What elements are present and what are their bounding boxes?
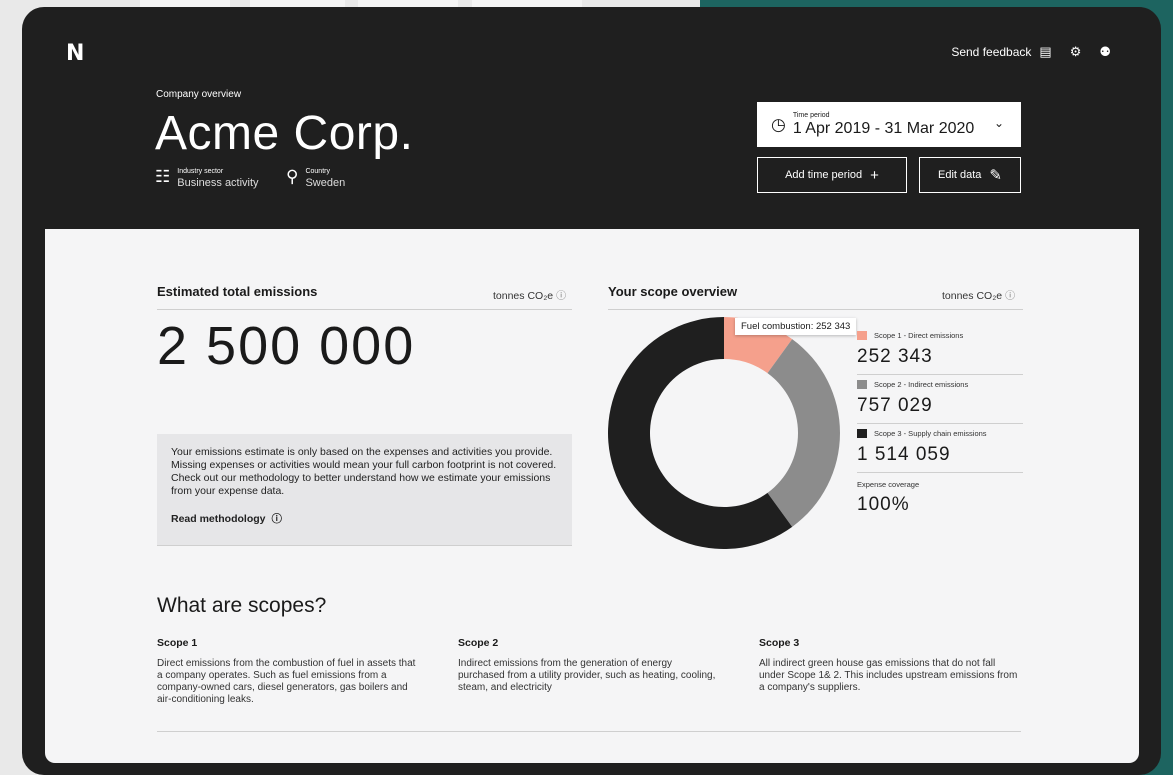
- user-icon[interactable]: ⚉: [1099, 44, 1111, 60]
- legend-scope-3: Scope 3 - Supply chain emissions: [857, 429, 987, 438]
- scope-description: All indirect green house gas emissions t…: [759, 658, 1018, 693]
- legend-label: Scope 1 - Direct emissions: [874, 331, 964, 340]
- edit-data-label: Edit data: [938, 169, 982, 181]
- scope-heading: Scope 1: [157, 637, 198, 649]
- time-period-value: 1 Apr 2019 - 31 Mar 2020: [792, 119, 975, 137]
- divider: [608, 309, 1023, 310]
- page-overline: Company overview: [156, 89, 242, 100]
- page-title: Acme Corp.: [155, 107, 414, 160]
- scope-heading: Scope 3: [759, 637, 800, 649]
- app-window: N Send feedback ▤ ⚙ ⚉ Company overview A…: [22, 7, 1161, 775]
- legend-scope-2: Scope 2 - Indirect emissions: [857, 380, 968, 389]
- plus-icon: +: [870, 166, 879, 184]
- legend-label: Scope 3 - Supply chain emissions: [874, 429, 987, 438]
- pencil-icon: ✎: [989, 167, 1002, 184]
- scope-description: Indirect emissions from the generation o…: [458, 658, 716, 693]
- legend-swatch: [857, 331, 867, 340]
- industry-label: Industry sector: [177, 168, 224, 175]
- add-time-period-button[interactable]: Add time period +: [757, 157, 907, 193]
- chart-tooltip: Fuel combustion: 252 343: [735, 318, 857, 335]
- legend-swatch: [857, 429, 867, 438]
- help-icon[interactable]: ⓘ: [556, 291, 566, 302]
- scope-unit-label: tonnes CO₂e: [942, 290, 1003, 302]
- feedback-icon: ▤: [1039, 44, 1052, 59]
- add-time-period-label: Add time period: [785, 169, 863, 181]
- time-period-label: Time period: [792, 111, 830, 119]
- scope-overview-title: Your scope overview: [608, 284, 738, 299]
- country: ⚲ Country Sweden: [286, 167, 345, 190]
- scope-donut-chart: [608, 317, 840, 549]
- scopes-section-title: What are scopes?: [157, 594, 327, 617]
- divider: [857, 423, 1023, 424]
- scope-3-value: 1 514 059: [857, 444, 951, 465]
- legend-swatch: [857, 380, 867, 389]
- scope-description: Direct emissions from the combustion of …: [157, 658, 416, 705]
- chevron-down-icon: ⌄: [993, 116, 1004, 130]
- scope-1-info: Scope 1 Direct emissions from the combus…: [157, 637, 419, 706]
- content-area: Estimated total emissions tonnes CO₂e ⓘ 2…: [45, 229, 1139, 763]
- clock-icon: ◷: [771, 114, 786, 134]
- send-feedback-label: Send feedback: [951, 45, 1032, 59]
- legend-label: Scope 2 - Indirect emissions: [874, 380, 969, 389]
- methodology-info-box: Your emissions estimate is only based on…: [157, 434, 572, 546]
- help-icon: ⓘ: [271, 513, 283, 525]
- info-text: Your emissions estimate is only based on…: [171, 446, 557, 497]
- scope-heading: Scope 2: [458, 637, 499, 649]
- emissions-unit-label: tonnes CO₂e: [493, 290, 554, 302]
- expense-coverage-value: 100%: [857, 494, 910, 515]
- time-period-select[interactable]: ◷ Time period 1 Apr 2019 - 31 Mar 2020 ⌄: [757, 102, 1021, 147]
- country-label: Country: [305, 168, 330, 175]
- divider: [857, 472, 1023, 473]
- read-methodology-label: Read methodology: [171, 513, 266, 525]
- top-actions: Send feedback ▤ ⚙ ⚉: [951, 44, 1111, 60]
- scope-2-info: Scope 2 Indirect emissions from the gene…: [458, 637, 720, 694]
- country-value: Sweden: [305, 177, 346, 189]
- legend-scope-1: Scope 1 - Direct emissions: [857, 331, 963, 340]
- emissions-unit: tonnes CO₂e ⓘ: [493, 287, 566, 302]
- emissions-title: Estimated total emissions: [157, 284, 318, 299]
- donut-slice-scope-2[interactable]: [767, 339, 840, 527]
- logo[interactable]: N: [66, 41, 84, 66]
- scope-unit: tonnes CO₂e ⓘ: [942, 287, 1015, 302]
- scope-1-value: 252 343: [857, 346, 933, 367]
- industry-value: Business activity: [177, 177, 259, 189]
- divider: [157, 309, 572, 310]
- expense-coverage-label: Expense coverage: [857, 480, 920, 489]
- location-pin-icon: ⚲: [286, 167, 299, 186]
- industry-sector: ☷ Industry sector Business activity: [155, 167, 259, 190]
- edit-data-button[interactable]: Edit data ✎: [919, 157, 1021, 193]
- scope-3-info: Scope 3 All indirect green house gas emi…: [759, 637, 1021, 694]
- building-icon: ☷: [155, 167, 171, 186]
- divider: [857, 374, 1023, 375]
- settings-icon[interactable]: ⚙: [1070, 44, 1082, 60]
- read-methodology-link[interactable]: Read methodology ⓘ: [171, 513, 558, 526]
- help-icon[interactable]: ⓘ: [1005, 291, 1015, 302]
- scope-2-value: 757 029: [857, 395, 933, 416]
- divider: [157, 731, 1021, 732]
- total-emissions-value: 2 500 000: [157, 316, 416, 376]
- send-feedback-button[interactable]: Send feedback ▤: [951, 44, 1051, 60]
